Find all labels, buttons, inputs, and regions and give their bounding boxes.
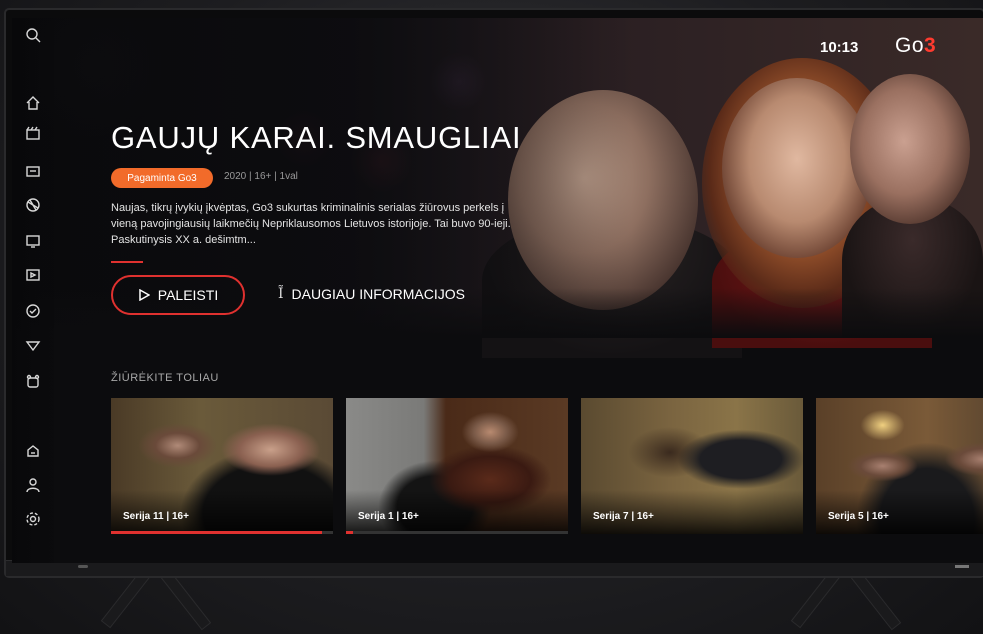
episode-card[interactable]: Serija 7 | 16+ xyxy=(581,398,803,534)
continue-watching-title: ŽIŪRĖKITE TOLIAU xyxy=(111,372,219,384)
logo-text: Go xyxy=(895,34,925,57)
episode-label: Serija 11 | 16+ xyxy=(123,511,189,522)
settings-icon[interactable] xyxy=(24,510,42,528)
episode-label: Serija 1 | 16+ xyxy=(358,511,419,522)
sidebar-nav xyxy=(12,18,54,563)
play-button-label: PALEISTI xyxy=(157,287,219,303)
episode-label: Serija 5 | 16+ xyxy=(828,511,889,522)
search-icon[interactable] xyxy=(24,26,42,44)
clock: 10:13 xyxy=(820,39,859,56)
more-info-label: DAUGIAU INFORMACIJOS xyxy=(291,286,465,302)
original-badge: Pagaminta Go3 xyxy=(111,168,213,188)
kids-icon[interactable] xyxy=(24,372,42,390)
episode-label: Serija 7 | 16+ xyxy=(593,511,654,522)
play-button[interactable]: PALEISTI xyxy=(111,275,245,315)
sports-icon[interactable] xyxy=(24,196,42,214)
info-icon: Ĩ xyxy=(278,286,284,302)
hero-description: Naujas, tikrų įvykių įkvėptas, Go3 sukur… xyxy=(111,202,511,246)
movies-icon[interactable] xyxy=(24,124,42,142)
progress-fill xyxy=(346,531,353,534)
brand-logo: Go3 xyxy=(895,34,936,58)
play-icon xyxy=(139,289,150,301)
progress-bar xyxy=(346,531,568,534)
store-icon[interactable] xyxy=(24,442,42,460)
episode-card[interactable]: Serija 1 | 16+ xyxy=(346,398,568,534)
episode-card[interactable]: Serija 11 | 16+ xyxy=(111,398,333,534)
progress-fill xyxy=(111,531,322,534)
more-info-button[interactable]: Ĩ DAUGIAU INFORMACIJOS xyxy=(278,286,465,302)
hero-meta: 2020 | 16+ | 1val xyxy=(224,171,298,182)
series-icon[interactable] xyxy=(24,266,42,284)
episode-card[interactable]: Serija 5 | 16+ xyxy=(816,398,983,534)
tv-brand-mark xyxy=(955,565,969,568)
recordings-icon[interactable] xyxy=(24,302,42,320)
progress-bar xyxy=(111,531,333,534)
tv-power-led xyxy=(78,565,88,568)
profile-icon[interactable] xyxy=(24,476,42,494)
hero-title: GAUJŲ KARAI. SMAUGLIAI xyxy=(111,120,522,155)
tv-guide-icon[interactable] xyxy=(24,162,42,180)
continue-watching-row: Serija 11 | 16+ Serija 1 | 16+ Serija 7 … xyxy=(111,398,983,538)
tv-screen: 10:13 Go3 GAUJŲ KARAI. SMAUGLIAI Pagamin… xyxy=(12,18,983,563)
favorites-icon[interactable] xyxy=(24,336,42,354)
logo-accent: 3 xyxy=(924,34,937,57)
live-tv-icon[interactable] xyxy=(24,232,42,250)
hero-figure xyxy=(850,74,970,224)
home-icon[interactable] xyxy=(24,94,42,112)
accent-divider xyxy=(111,261,143,263)
